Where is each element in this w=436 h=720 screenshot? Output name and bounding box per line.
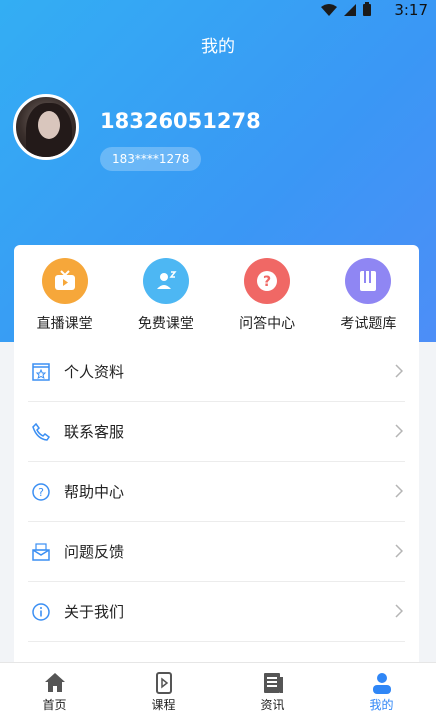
svg-text:?: ?: [263, 274, 271, 290]
chevron-right-icon: [395, 424, 403, 438]
status-bar: 3:17: [0, 0, 436, 20]
status-time: 3:17: [394, 1, 428, 19]
avatar[interactable]: [13, 94, 79, 160]
settings-menu: 个人资料 联系客服 ? 帮助中心 问题反馈 关于我们: [14, 342, 419, 662]
menu-item-label: 个人资料: [64, 363, 125, 381]
quick-action-label: 直播课堂: [36, 316, 93, 332]
profile-card-icon: [30, 361, 52, 383]
user-icon: [372, 673, 391, 694]
tab-mine[interactable]: 我的: [327, 663, 436, 720]
tv-icon: [41, 258, 88, 304]
quick-action-qa-center[interactable]: ? 问答中心: [217, 245, 318, 342]
quick-action-exam-bank[interactable]: 考试题库: [318, 245, 419, 342]
menu-item-label: 帮助中心: [64, 483, 125, 501]
course-icon: [155, 672, 172, 694]
tab-label: 课程: [151, 698, 176, 712]
home-icon: [44, 673, 65, 692]
info-icon: [30, 601, 52, 623]
bottom-tab-bar: 首页 课程 资讯 我的: [0, 662, 436, 720]
page-title: 我的: [201, 37, 235, 57]
chevron-right-icon: [395, 364, 403, 378]
menu-item-about-us[interactable]: 关于我们: [28, 582, 405, 642]
chevron-right-icon: [395, 544, 403, 558]
menu-item-feedback[interactable]: 问题反馈: [28, 522, 405, 582]
masked-phone-badge: 183****1278: [100, 147, 202, 171]
tab-label: 资讯: [260, 698, 285, 712]
tab-label: 首页: [42, 698, 67, 712]
menu-item-help-center[interactable]: ? 帮助中心: [28, 462, 405, 522]
avatar-face: [38, 111, 60, 139]
quick-action-label: 免费课堂: [137, 316, 194, 332]
tab-course[interactable]: 课程: [109, 663, 218, 720]
news-icon: [263, 673, 283, 693]
phone-icon: [30, 421, 52, 443]
tab-home[interactable]: 首页: [0, 663, 109, 720]
menu-item-customer-service[interactable]: 联系客服: [28, 402, 405, 462]
quick-action-label: 问答中心: [239, 316, 296, 332]
status-icons: [320, 2, 372, 17]
chevron-right-icon: [395, 484, 403, 498]
signal-icon: [344, 3, 356, 16]
tab-label: 我的: [369, 698, 394, 712]
help-icon: ?: [30, 481, 52, 503]
menu-item-label: 关于我们: [64, 603, 125, 621]
chevron-right-icon: [395, 604, 403, 618]
menu-item-label: 联系客服: [64, 423, 125, 441]
book-icon: [345, 258, 392, 304]
battery-icon: [363, 2, 371, 16]
free-class-icon: [142, 258, 189, 304]
quick-actions: 直播课堂 免费课堂 ? 问答中心 考试题库: [14, 245, 419, 342]
user-phone: 18326051278: [100, 109, 261, 133]
tab-news[interactable]: 资讯: [218, 663, 327, 720]
menu-item-profile[interactable]: 个人资料: [28, 342, 405, 402]
feedback-icon: [30, 541, 52, 563]
quick-action-live-class[interactable]: 直播课堂: [14, 245, 115, 342]
quick-action-free-class[interactable]: 免费课堂: [115, 245, 216, 342]
quick-action-label: 考试题库: [340, 316, 397, 332]
svg-text:?: ?: [38, 486, 44, 499]
question-icon: ?: [244, 258, 291, 304]
menu-item-label: 问题反馈: [64, 543, 125, 561]
wifi-icon: [321, 3, 337, 16]
